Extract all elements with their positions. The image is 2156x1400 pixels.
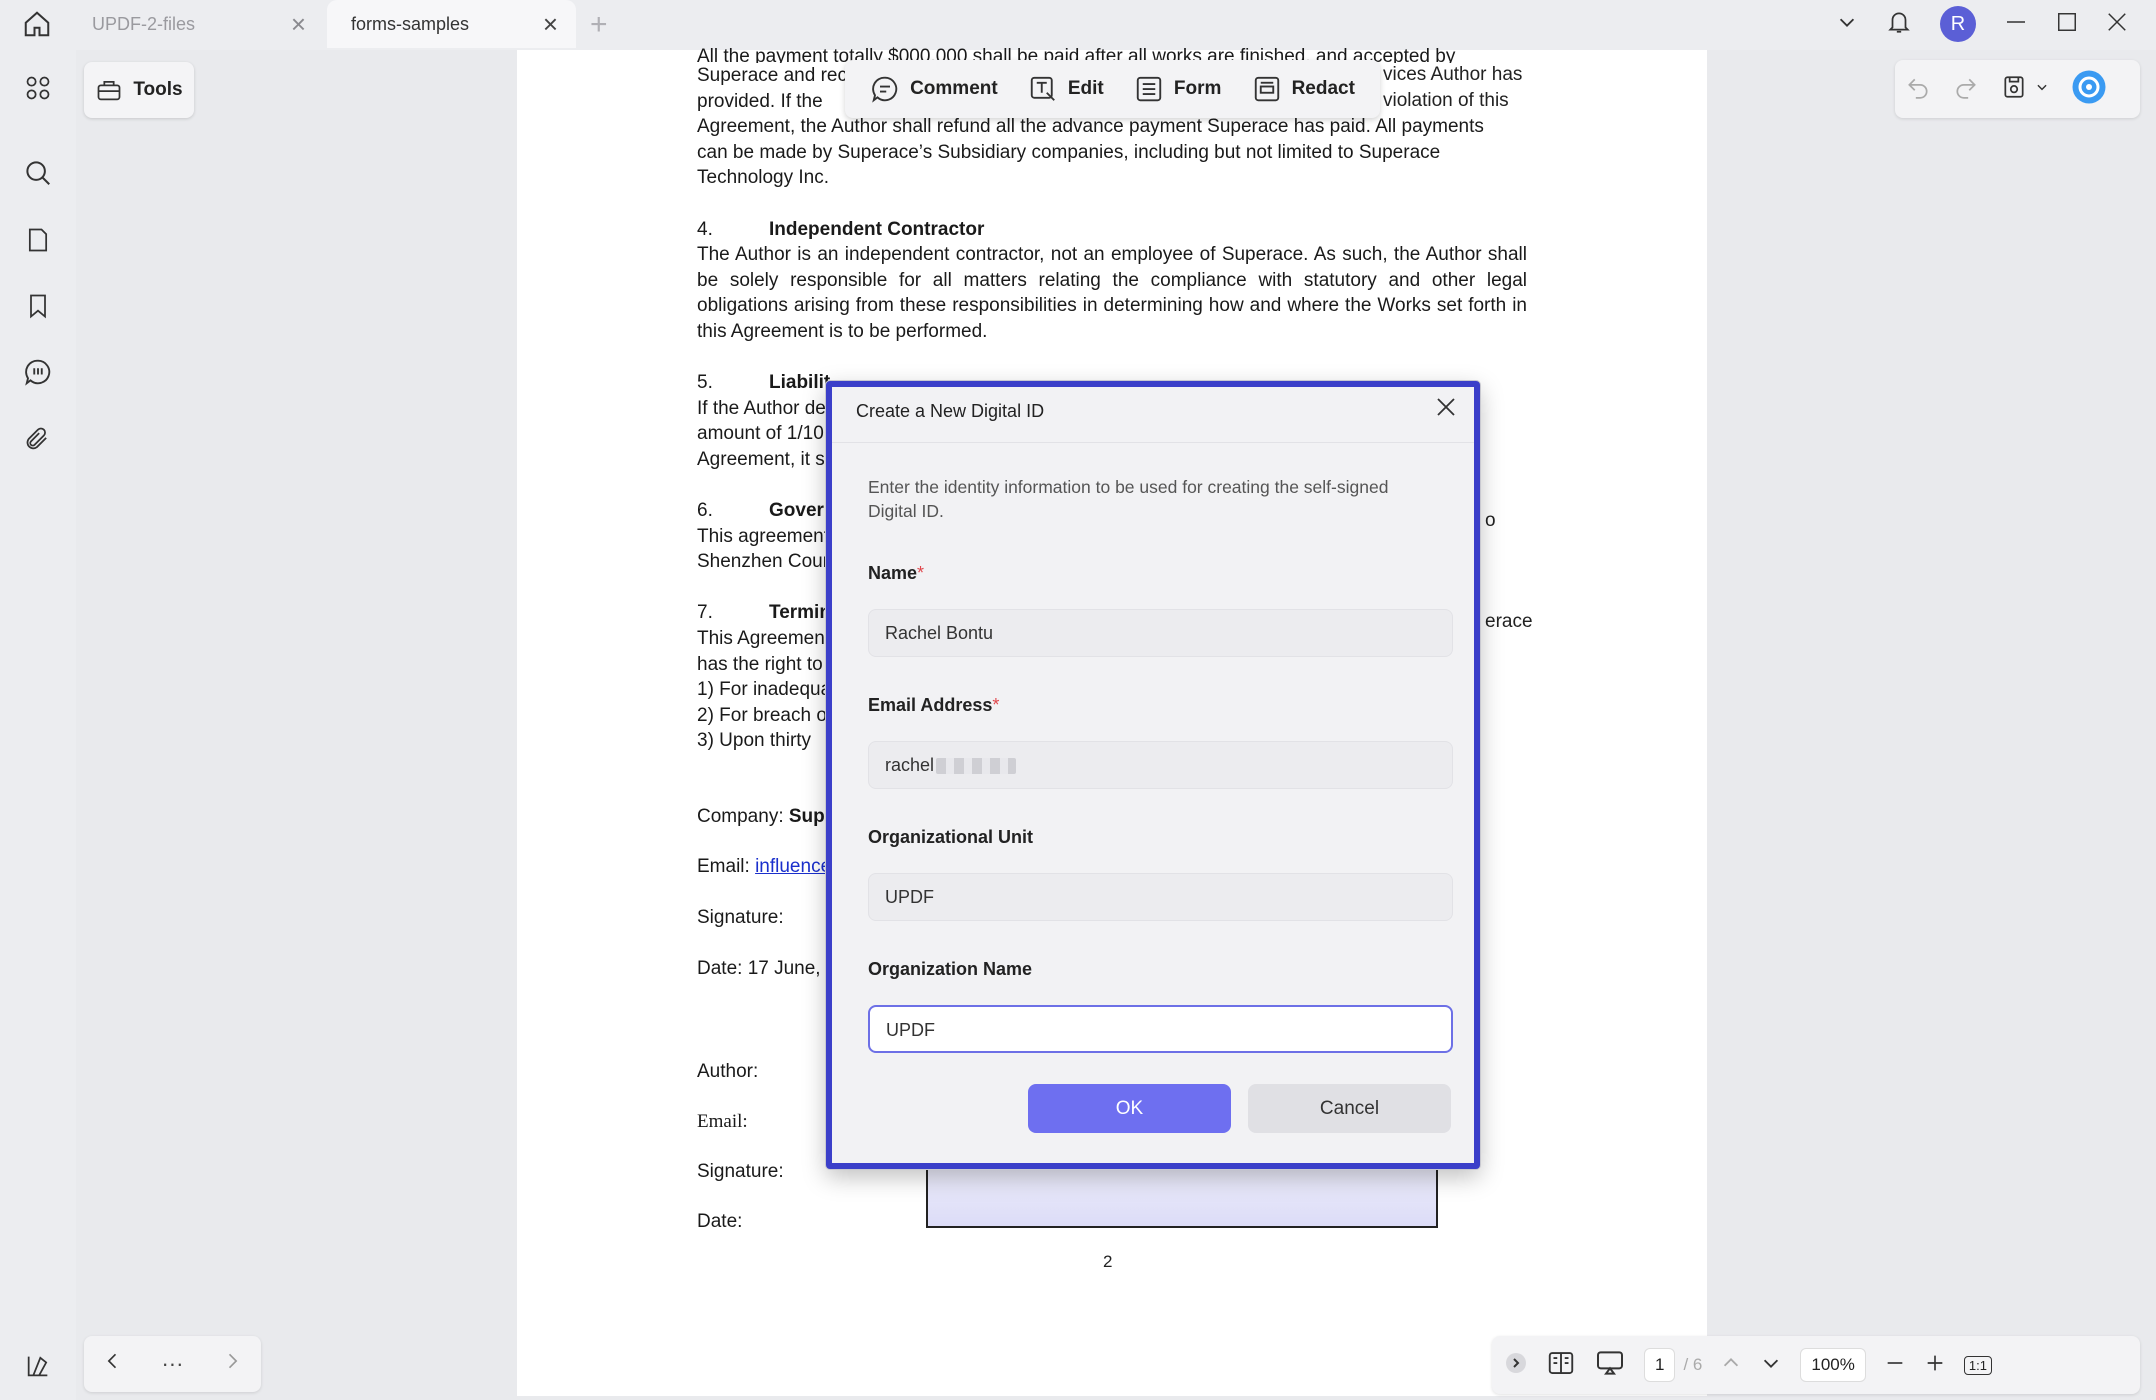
org-unit-label: Organizational Unit — [868, 827, 1034, 847]
doc-line: can be made by Superace’s Subsidiary com… — [697, 141, 1441, 163]
previous-page-icon[interactable] — [1720, 1352, 1742, 1379]
tab-label: UPDF-2-files — [92, 13, 196, 34]
layers-icon[interactable] — [18, 1346, 58, 1386]
comment-button[interactable]: Comment — [870, 74, 998, 104]
email-label: Email Address* — [868, 695, 1000, 715]
chevron-down-icon[interactable] — [1836, 11, 1858, 38]
home-icon[interactable] — [16, 6, 58, 42]
comment-label: Comment — [910, 78, 998, 99]
avatar[interactable]: R — [1940, 6, 1976, 42]
tab-label: forms-samples — [351, 13, 470, 34]
comment-icon — [872, 76, 898, 103]
close-window-icon[interactable] — [2106, 11, 2128, 38]
page-layout-icon[interactable] — [1546, 1348, 1576, 1383]
next-page-icon[interactable] — [1760, 1352, 1782, 1379]
page-controls-bar: 1 / 6 100% 1:1 — [1492, 1336, 2140, 1394]
chevron-left-icon[interactable] — [103, 1351, 123, 1377]
new-tab-icon[interactable]: + — [590, 8, 608, 42]
zoom-out-icon[interactable] — [1884, 1352, 1906, 1379]
dialog-title: Create a New Digital ID — [832, 387, 1474, 443]
tab-forms-samples[interactable]: forms-samples × — [327, 0, 576, 48]
form-label: Form — [1173, 78, 1222, 99]
save-icon[interactable] — [2001, 74, 2027, 105]
signature-line: Signature: — [697, 907, 784, 928]
org-unit-input[interactable]: UPDF — [868, 873, 1453, 921]
edit-label: Edit — [1067, 78, 1104, 99]
comments-icon[interactable] — [18, 352, 58, 392]
signature2-line: Signature: — [697, 1161, 784, 1182]
email-link[interactable]: influence — [755, 856, 831, 877]
org-name-input[interactable]: UPDF — [868, 1005, 1453, 1053]
date-line: Date: 17 June, — [697, 958, 821, 979]
section-heading: 4. Independent Contractor — [697, 218, 985, 240]
email-input[interactable]: rachel — [868, 741, 1453, 789]
signature-field[interactable] — [926, 1162, 1438, 1228]
undo-icon[interactable] — [1905, 74, 1931, 105]
redact-button[interactable]: Redact — [1252, 74, 1355, 104]
actual-size-button[interactable]: 1:1 — [1963, 1355, 1992, 1375]
name-label: Name* — [868, 563, 925, 583]
doc-line: Technology Inc. — [697, 167, 830, 189]
email2-line: Email: — [697, 1111, 748, 1132]
doc-fragment: vices Author has violation of this — [1383, 64, 1523, 111]
redo-icon[interactable] — [1953, 74, 1979, 105]
page-icon[interactable] — [18, 220, 58, 260]
company-field: Company: Supe — [697, 806, 836, 827]
save-options-chevron-icon[interactable] — [2035, 80, 2049, 99]
form-button[interactable]: Form — [1134, 74, 1222, 104]
date2-line: Date: — [697, 1211, 743, 1232]
minimize-icon[interactable] — [2004, 10, 2028, 39]
close-tab-icon[interactable]: × — [543, 11, 558, 37]
email-field-line: Email: influence — [697, 856, 832, 877]
more-button[interactable]: ··· — [161, 1351, 183, 1377]
edit-button[interactable]: Edit — [1028, 74, 1104, 104]
total-pages: / 6 — [1683, 1355, 1703, 1374]
doc-fragment: erace — [1485, 611, 1533, 632]
cancel-button[interactable]: Cancel — [1248, 1084, 1451, 1133]
presentation-icon[interactable] — [1594, 1347, 1626, 1384]
bell-icon[interactable] — [1886, 9, 1912, 40]
zoom-in-icon[interactable] — [1924, 1352, 1946, 1379]
bookmark-icon[interactable] — [18, 286, 58, 326]
navigation-bar: ··· — [84, 1336, 261, 1392]
edit-text-icon — [1030, 76, 1055, 101]
collapse-icon[interactable] — [1504, 1351, 1528, 1380]
ai-assistant-icon[interactable] — [2071, 69, 2107, 110]
org-name-label: Organization Name — [868, 959, 1033, 979]
page-number: 2 — [1103, 1252, 1113, 1271]
window-controls: R — [1836, 0, 2156, 48]
tools-label: Tools — [133, 79, 183, 100]
maximize-icon[interactable] — [2056, 11, 2078, 38]
tools-button[interactable]: Tools — [84, 62, 194, 118]
doc-fragment: o — [1485, 510, 1496, 531]
search-icon[interactable] — [18, 153, 58, 193]
zoom-level[interactable]: 100% — [1800, 1348, 1866, 1382]
tab-updf-2-files[interactable]: UPDF-2-files × — [68, 0, 324, 48]
toolbox-icon — [97, 80, 121, 101]
current-page-input[interactable]: 1 — [1644, 1348, 1676, 1382]
close-icon[interactable] — [1434, 395, 1458, 425]
doc-line: Agreement, the Author shall refund all t… — [697, 116, 1484, 138]
mode-toolbar: Comment Edit Form Redact — [845, 60, 1380, 118]
author-line: Author: — [697, 1061, 759, 1082]
dialog-description: Enter the identity information to be use… — [868, 477, 1389, 521]
attachment-icon[interactable] — [18, 419, 58, 459]
ok-button[interactable]: OK — [1028, 1084, 1231, 1133]
chevron-right-icon[interactable] — [222, 1351, 242, 1377]
section-text: The Author is an independent contractor,… — [697, 244, 1527, 342]
close-tab-icon[interactable]: × — [291, 11, 306, 37]
name-input[interactable]: Rachel Bontu — [868, 609, 1453, 657]
redact-icon — [1254, 76, 1279, 102]
redacted-text — [936, 758, 1017, 775]
form-icon — [1136, 76, 1162, 102]
quick-actions-toolbar — [1895, 60, 2140, 118]
redact-label: Redact — [1291, 78, 1355, 99]
create-digital-id-dialog: Create a New Digital ID Enter the identi… — [826, 381, 1480, 1169]
thumbnails-icon[interactable] — [18, 68, 58, 108]
